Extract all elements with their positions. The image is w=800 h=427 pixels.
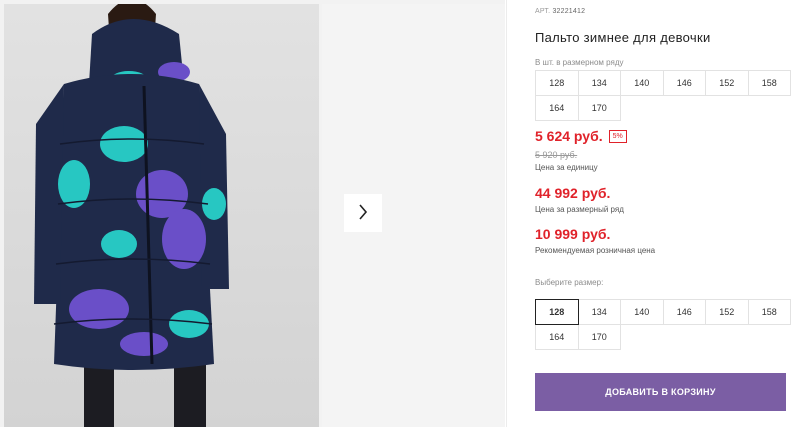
size-option[interactable]: 128 bbox=[535, 299, 579, 325]
size-option[interactable]: 158 bbox=[747, 299, 791, 325]
size-row-grid: 128 134 140 146 152 158 164 170 bbox=[535, 70, 791, 121]
size-row-cell: 152 bbox=[705, 70, 749, 96]
row-price: 44 992 руб. bbox=[535, 185, 611, 201]
product-title: Пальто зимнее для девочки bbox=[535, 30, 711, 45]
size-row-cell: 170 bbox=[577, 95, 621, 121]
size-row-cell: 158 bbox=[747, 70, 791, 96]
size-row-cell: 140 bbox=[620, 70, 664, 96]
product-photo[interactable] bbox=[4, 4, 319, 427]
size-option[interactable]: 152 bbox=[705, 299, 749, 325]
discount-badge: 5% bbox=[608, 129, 627, 143]
article-value: 32221412 bbox=[552, 8, 586, 15]
size-row-cell: 128 bbox=[535, 70, 579, 96]
size-option[interactable]: 164 bbox=[535, 324, 579, 350]
product-gallery bbox=[0, 0, 505, 427]
coat-illustration bbox=[34, 4, 229, 427]
size-row-cell: 134 bbox=[577, 70, 621, 96]
unit-price: 5 624 руб. bbox=[535, 128, 603, 144]
chevron-right-icon bbox=[358, 203, 368, 223]
size-select-grid: 128 134 140 146 152 158 164 170 bbox=[535, 299, 791, 350]
divider bbox=[506, 0, 507, 427]
size-row-cell: 164 bbox=[535, 95, 579, 121]
size-option[interactable]: 170 bbox=[577, 324, 621, 350]
size-option[interactable]: 146 bbox=[662, 299, 706, 325]
size-row-label: В шт. в размерном ряду bbox=[535, 58, 624, 67]
size-option[interactable]: 134 bbox=[577, 299, 621, 325]
old-price: 5 920 руб. bbox=[535, 150, 578, 160]
size-row-cell: 146 bbox=[662, 70, 706, 96]
article-label: АРТ. bbox=[535, 8, 551, 15]
article-number: АРТ. 32221412 bbox=[535, 8, 585, 15]
gallery-next-button[interactable] bbox=[344, 194, 382, 232]
row-price-caption: Цена за размерный ряд bbox=[535, 205, 624, 214]
size-select-label: Выберите размер: bbox=[535, 278, 604, 287]
rrp-caption: Рекомендуемая розничная цена bbox=[535, 246, 656, 255]
unit-price-caption: Цена за единицу bbox=[535, 163, 598, 172]
unit-price-block: 5 624 руб. 5% bbox=[535, 128, 627, 144]
rrp-price: 10 999 руб. bbox=[535, 226, 611, 242]
product-page: АРТ. 32221412 Пальто зимнее для девочки … bbox=[0, 0, 800, 427]
add-to-cart-button[interactable]: ДОБАВИТЬ В КОРЗИНУ bbox=[535, 373, 786, 411]
size-option[interactable]: 140 bbox=[620, 299, 664, 325]
